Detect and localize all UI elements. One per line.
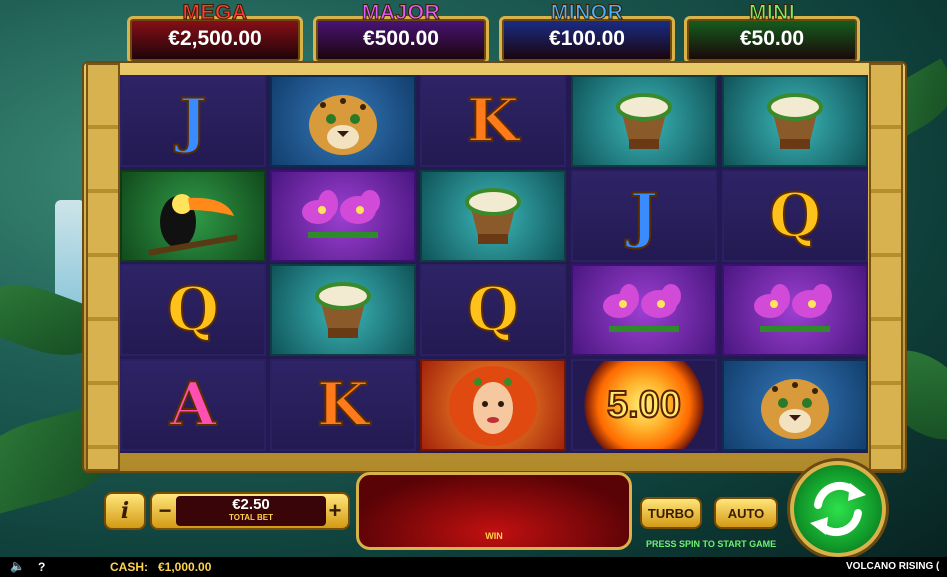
reel-symbol-orchid [722, 264, 868, 356]
orchid-icon [302, 190, 380, 238]
orchid-icon [754, 284, 832, 332]
help-icon[interactable]: ? [38, 560, 45, 574]
reel-symbol-j: J [571, 170, 717, 262]
total-bet-display: €2.50 TOTAL BET [176, 496, 326, 526]
reel-symbol-drum [270, 264, 416, 356]
jackpot-value: €100.00 [549, 27, 625, 50]
reel-symbol-fire-orb: 5.00 [571, 359, 717, 451]
jackpot-major: MAJOR €500.00 [313, 1, 489, 64]
auto-button[interactable]: AUTO [714, 497, 778, 529]
jackpot-minor: MINOR €100.00 [499, 1, 675, 64]
waterfall [55, 200, 85, 310]
bet-decrease-button[interactable]: − [154, 498, 176, 524]
spin-button[interactable] [790, 461, 886, 557]
reel-grid: J K J Q Q Q A K 5.00 [120, 75, 868, 453]
reel-symbol-j: J [120, 75, 266, 167]
symbol-letter: Q [466, 275, 520, 345]
goddess-icon [449, 366, 537, 446]
win-display: WIN [356, 472, 632, 550]
reel-symbol-jaguar [722, 359, 868, 451]
symbol-letter: A [169, 370, 218, 440]
win-caption: WIN [485, 531, 503, 541]
orb-value: 5.00 [606, 383, 682, 427]
frame-pillar-left [86, 63, 120, 471]
reel-symbol-q: Q [722, 170, 868, 262]
jackpot-label: MINI [748, 1, 796, 25]
jackpot-value: €50.00 [739, 27, 805, 50]
symbol-letter: J [178, 86, 208, 156]
bet-value: €2.50 [232, 496, 270, 513]
reel-symbol-orchid [270, 170, 416, 262]
drum-icon [465, 188, 521, 244]
jackpot-value: €500.00 [363, 27, 439, 50]
reel-symbol-a: A [120, 359, 266, 451]
reel-symbol-q: Q [420, 264, 566, 356]
reel-symbol-k: K [270, 359, 416, 451]
reel-symbol-q: Q [120, 264, 266, 356]
symbol-letter: J [629, 181, 659, 251]
drum-icon [767, 93, 823, 149]
symbol-letter: K [466, 86, 520, 156]
status-bar: 🔈 ? CASH: €1,000.00 VOLCANO RISING ( [0, 557, 947, 577]
cash-value: €1,000.00 [158, 560, 212, 574]
reel-symbol-drum [722, 75, 868, 167]
symbol-letter: K [316, 370, 370, 440]
drum-icon [616, 93, 672, 149]
reel-symbol-orchid [571, 264, 717, 356]
sound-icon[interactable]: 🔈 [10, 559, 25, 573]
cash-label: CASH: [110, 560, 148, 574]
jackpot-mega: MEGA €2,500.00 [127, 1, 303, 64]
frame-pillar-right [869, 63, 903, 471]
game-title: VOLCANO RISING ( [846, 561, 940, 572]
drum-icon [315, 282, 371, 338]
reel-symbol-drum [420, 170, 566, 262]
jackpot-label: MINOR [550, 1, 624, 25]
reel-symbol-goddess [420, 359, 566, 451]
bet-selector: − €2.50 TOTAL BET + [150, 492, 350, 530]
jackpot-mini: MINI €50.00 [684, 1, 860, 64]
turbo-button[interactable]: TURBO [640, 497, 702, 529]
jaguar-icon [761, 379, 829, 439]
spin-hint: PRESS SPIN TO START GAME [646, 539, 777, 549]
jackpot-label: MEGA [182, 1, 248, 25]
jackpot-label: MAJOR [361, 1, 441, 25]
toucan-icon [148, 194, 238, 256]
jackpot-value: €2,500.00 [168, 27, 262, 50]
bet-increase-button[interactable]: + [324, 498, 346, 524]
jaguar-icon [309, 95, 377, 155]
reel-symbol-jaguar [270, 75, 416, 167]
symbol-letter: Q [768, 181, 822, 251]
symbol-letter: Q [166, 275, 220, 345]
reel-symbol-k: K [420, 75, 566, 167]
bet-caption: TOTAL BET [229, 513, 273, 522]
info-button[interactable]: i [104, 492, 146, 530]
reel-symbol-drum [571, 75, 717, 167]
refresh-icon [810, 481, 866, 537]
orchid-icon [603, 284, 681, 332]
reel-symbol-toucan [120, 170, 266, 262]
